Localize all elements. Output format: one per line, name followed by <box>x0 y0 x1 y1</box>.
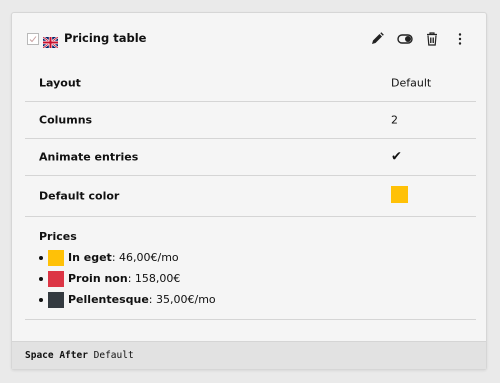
edit-icon[interactable] <box>368 30 386 48</box>
color-swatch <box>48 270 64 287</box>
card-footer: Space After Default <box>12 341 486 369</box>
element-details: Layout Default Columns 2 Animate entries… <box>25 65 476 320</box>
delete-icon[interactable] <box>423 30 441 48</box>
columns-row: Columns 2 <box>25 102 476 139</box>
price-name: Pellentesque <box>68 293 149 306</box>
price-name: Proin non <box>68 272 128 285</box>
animate-entries-label: Animate entries <box>39 150 139 164</box>
layout-row: Layout Default <box>25 65 476 102</box>
price-value: : 35,00€/mo <box>148 293 216 306</box>
bullet-icon <box>39 256 43 260</box>
columns-value: 2 <box>391 113 398 127</box>
animate-entries-row: Animate entries ✔ <box>25 139 476 176</box>
price-name: In eget <box>68 251 112 264</box>
bullet-icon <box>39 277 43 281</box>
space-after-label: Space After <box>25 350 88 361</box>
price-item: Proin non : 158,00€ <box>39 268 216 289</box>
color-swatch <box>391 186 408 203</box>
price-value: : 46,00€/mo <box>111 251 179 264</box>
default-color-label: Default color <box>39 189 120 203</box>
columns-label: Columns <box>39 113 93 127</box>
card-header: Pricing table <box>12 13 486 65</box>
default-color-value <box>391 186 408 206</box>
prices-list: In eget : 46,00€/mo Proin non : 158,00€ … <box>39 247 216 310</box>
price-item: In eget : 46,00€/mo <box>39 247 216 268</box>
prices-heading: Prices <box>39 230 77 243</box>
layout-value: Default <box>391 76 432 90</box>
element-title: Pricing table <box>64 31 147 45</box>
content-element-card: Pricing table Layout Default Columns 2 A… <box>11 12 487 370</box>
uk-flag-icon <box>42 33 59 52</box>
layout-label: Layout <box>39 76 81 90</box>
space-after-value: Default <box>87 350 134 361</box>
default-color-row: Default color <box>25 176 476 217</box>
price-value: : 158,00€ <box>127 272 181 285</box>
color-swatch <box>48 249 64 266</box>
bullet-icon <box>39 298 43 302</box>
check-icon: ✔ <box>391 149 402 165</box>
color-swatch <box>48 291 64 308</box>
prices-section: Prices In eget : 46,00€/mo Proin non : 1… <box>25 217 476 320</box>
content-type-icon <box>27 33 39 45</box>
more-icon[interactable] <box>451 30 469 48</box>
price-item: Pellentesque : 35,00€/mo <box>39 289 216 310</box>
toggle-icon[interactable] <box>396 30 414 48</box>
